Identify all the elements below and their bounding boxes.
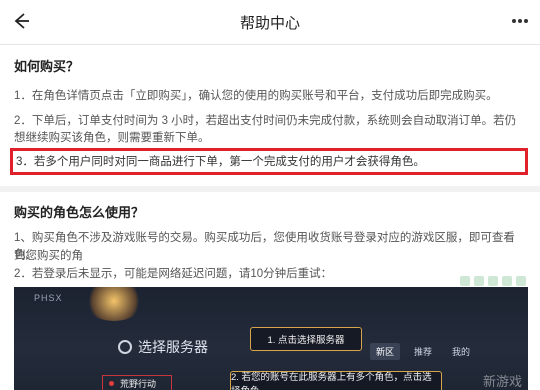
image-tool-icon[interactable]	[488, 276, 498, 286]
game-logo: PHSX	[34, 293, 63, 303]
image-tool-icon[interactable]	[474, 276, 484, 286]
step-1-callout: 1. 点击选择服务器	[250, 327, 362, 351]
tab-new[interactable]: 新区	[370, 343, 401, 360]
section-gap	[0, 186, 540, 192]
watermark: 新游戏	[482, 374, 522, 389]
image-tool-icon[interactable]	[460, 276, 470, 286]
top-bar: 帮助中心	[0, 0, 540, 44]
image-toolbar	[460, 276, 526, 286]
sun-glow	[84, 287, 144, 321]
game-item-label: 荒野行动	[120, 378, 157, 389]
buy-step-1: 1．在角色详情页点击「立即购买」，确认您的使用的购买账号和平台，支付成功后即完成…	[14, 90, 498, 102]
buy-step-2-line2: 想继续购买该角色，则需要重新下单。	[14, 132, 210, 144]
server-icon	[118, 340, 132, 354]
status-dot	[109, 380, 114, 386]
server-select-label: 选择服务器	[138, 339, 208, 355]
server-select: 选择服务器	[118, 337, 208, 357]
tab-mine[interactable]: 我的	[446, 343, 476, 360]
tab-recommend[interactable]: 推荐	[408, 343, 438, 360]
use-step-2: 2．若登录后未显示，可能是网络延迟问题，请10分钟后重试：	[14, 268, 333, 280]
game-item[interactable]: 荒野行动	[102, 375, 172, 390]
more-dots-icon[interactable]	[510, 14, 530, 28]
use-step-1-line2: 色。	[14, 249, 37, 261]
game-screenshot: PHSX 选择服务器 1. 点击选择服务器 新区 推荐 我的 2. 若您的账号在…	[14, 287, 528, 390]
image-tool-icon[interactable]	[516, 276, 526, 286]
server-tabs: 新区 推荐 我的	[370, 343, 476, 360]
section-title-how-to-use: 购买的角色怎么使用？	[14, 205, 145, 220]
buy-step-2-line1: 2．下单后，订单支付时间为 3 小时，若超出支付时间仍未完成付款，系统则会自动取…	[14, 115, 517, 127]
image-tool-icon[interactable]	[502, 276, 512, 286]
step-2-callout: 2. 若您的账号在此服务器上有多个角色，点击选择角色	[230, 371, 442, 390]
page-title: 帮助中心	[239, 15, 300, 32]
buy-step-3: 3．若多个用户同时对同一商品进行下单，第一个完成支付的用户才会获得角色。	[16, 156, 425, 168]
header-divider	[0, 44, 540, 45]
section-title-how-to-buy: 如何购买？	[14, 59, 80, 74]
